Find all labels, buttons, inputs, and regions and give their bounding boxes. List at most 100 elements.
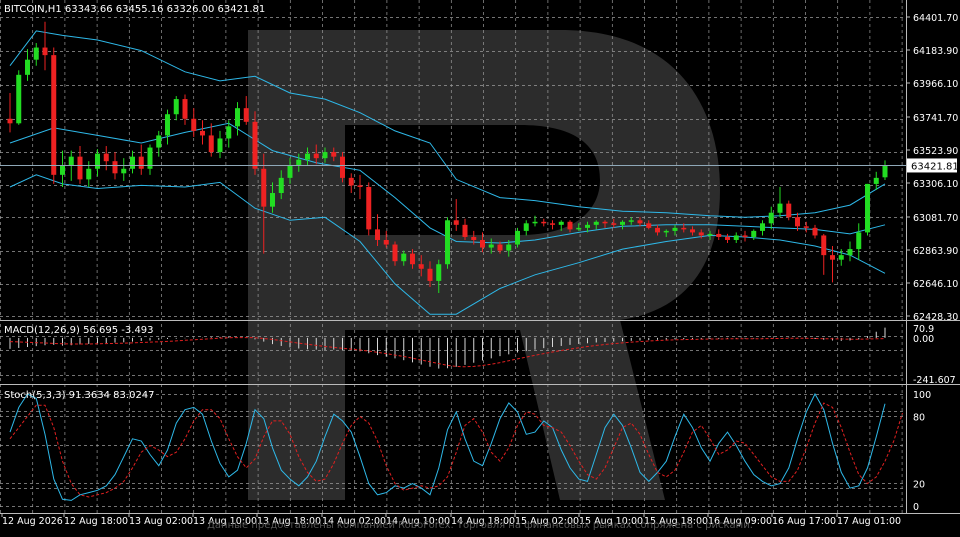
candle-body [217, 138, 223, 153]
candle-body [226, 126, 232, 139]
candle-body [16, 74, 22, 124]
candle-body [436, 264, 442, 281]
candle-body [716, 233, 722, 237]
price-tick-label: 62428.30 [913, 312, 958, 323]
candle-body [602, 221, 608, 224]
candle-body [812, 227, 818, 236]
stoch-tick-label: 0 [913, 502, 919, 513]
candle-body [296, 159, 302, 166]
candle-body [462, 224, 468, 237]
candle-body [541, 221, 547, 224]
price-tick-label: 63523.90 [913, 146, 958, 157]
candle-body [235, 108, 240, 127]
candle-body [480, 239, 485, 248]
candle-body [77, 156, 83, 180]
candle-body [103, 153, 109, 162]
candle-body [488, 244, 494, 248]
candle-body [742, 235, 748, 237]
candle-body [156, 135, 162, 148]
candle-body [418, 264, 424, 269]
macd-tick-label: -241.607 [913, 375, 956, 386]
candle-body [261, 168, 267, 207]
candle-body [392, 244, 398, 262]
candle-body [690, 229, 695, 233]
time-tick-label: 12 Aug 2026 [2, 516, 63, 527]
candle-body [523, 223, 529, 231]
candle-body [733, 235, 739, 240]
candle-body [453, 220, 459, 225]
candle-body [882, 165, 888, 178]
candle-body [515, 230, 520, 245]
candle-body [725, 236, 730, 240]
candle-body [130, 156, 135, 169]
price-tick-label: 64401.70 [913, 13, 958, 24]
candle-body [838, 255, 844, 260]
candle-body [795, 217, 800, 227]
main-panel-header: BITCOIN,H1 63343.66 63455.16 63326.00 63… [4, 4, 265, 15]
candle-body [51, 55, 57, 175]
candle-body [165, 114, 170, 136]
macd-panel-header: MACD(12,26,9) 56.695 -3.493 [4, 325, 154, 336]
candle-body [322, 152, 328, 159]
candle-body [112, 161, 118, 174]
price-tick-label: 62863.90 [913, 246, 958, 257]
time-tick-label: 16 Aug 17:00 [772, 516, 836, 527]
candle-body [305, 153, 310, 160]
time-tick-label: 12 Aug 18:00 [64, 516, 128, 527]
candle-body [768, 212, 774, 224]
price-tick-label: 63081.70 [913, 213, 958, 224]
candle-body [550, 223, 555, 225]
candle-body [471, 236, 477, 240]
candle-body [698, 232, 704, 236]
candle-body [313, 153, 319, 159]
candle-body [287, 165, 293, 178]
candle-body [576, 227, 582, 230]
candle-body [340, 156, 345, 178]
candle-body [558, 221, 564, 225]
candle-body [252, 121, 258, 169]
candle-body [68, 156, 74, 166]
price-tick-label: 64183.90 [913, 46, 958, 57]
candle-body [672, 227, 678, 231]
candle-body [60, 165, 65, 175]
candle-body [401, 253, 407, 262]
candle-body [427, 268, 433, 281]
candle-body [663, 230, 669, 233]
candle-body [208, 135, 214, 153]
stoch-tick-label: 20 [913, 480, 925, 491]
candle-body [681, 227, 687, 230]
price-tick-label: 63306.10 [913, 179, 958, 190]
candle-body [243, 108, 249, 122]
candle-body [803, 226, 809, 228]
candle-body [366, 186, 372, 230]
candle-body [497, 244, 503, 251]
candle-body [532, 221, 538, 224]
stoch-tick-label: 80 [913, 412, 925, 423]
candle-body [506, 244, 512, 251]
candle-body [445, 220, 450, 265]
candle-body [847, 249, 853, 256]
candle-body [655, 227, 660, 233]
chart-canvas[interactable]: 63421.81 BITCOIN,H1 63343.66 63455.16 63… [0, 0, 960, 533]
candle-body [33, 47, 39, 60]
candle-body [620, 221, 625, 225]
candle-body [270, 193, 275, 207]
candle-body [86, 168, 92, 180]
candle-body [121, 168, 127, 174]
candle-body [383, 239, 389, 245]
watermark-caption: Данные предоставлены компанией RoboForex… [207, 520, 753, 531]
candle-body [865, 183, 870, 233]
candle-body [95, 153, 100, 169]
candle-body [593, 221, 599, 225]
candle-body [7, 118, 13, 124]
candle-body [331, 152, 337, 157]
candle-body [637, 220, 643, 224]
candle-body [191, 118, 197, 131]
candle-body [585, 224, 590, 228]
candle-body [410, 253, 415, 265]
trading-chart[interactable]: 63421.81 BITCOIN,H1 63343.66 63455.16 63… [0, 0, 960, 533]
candle-body [357, 185, 363, 187]
candle-body [760, 223, 765, 231]
candle-body [200, 130, 205, 136]
time-tick-label: 13 Aug 02:00 [129, 516, 193, 527]
